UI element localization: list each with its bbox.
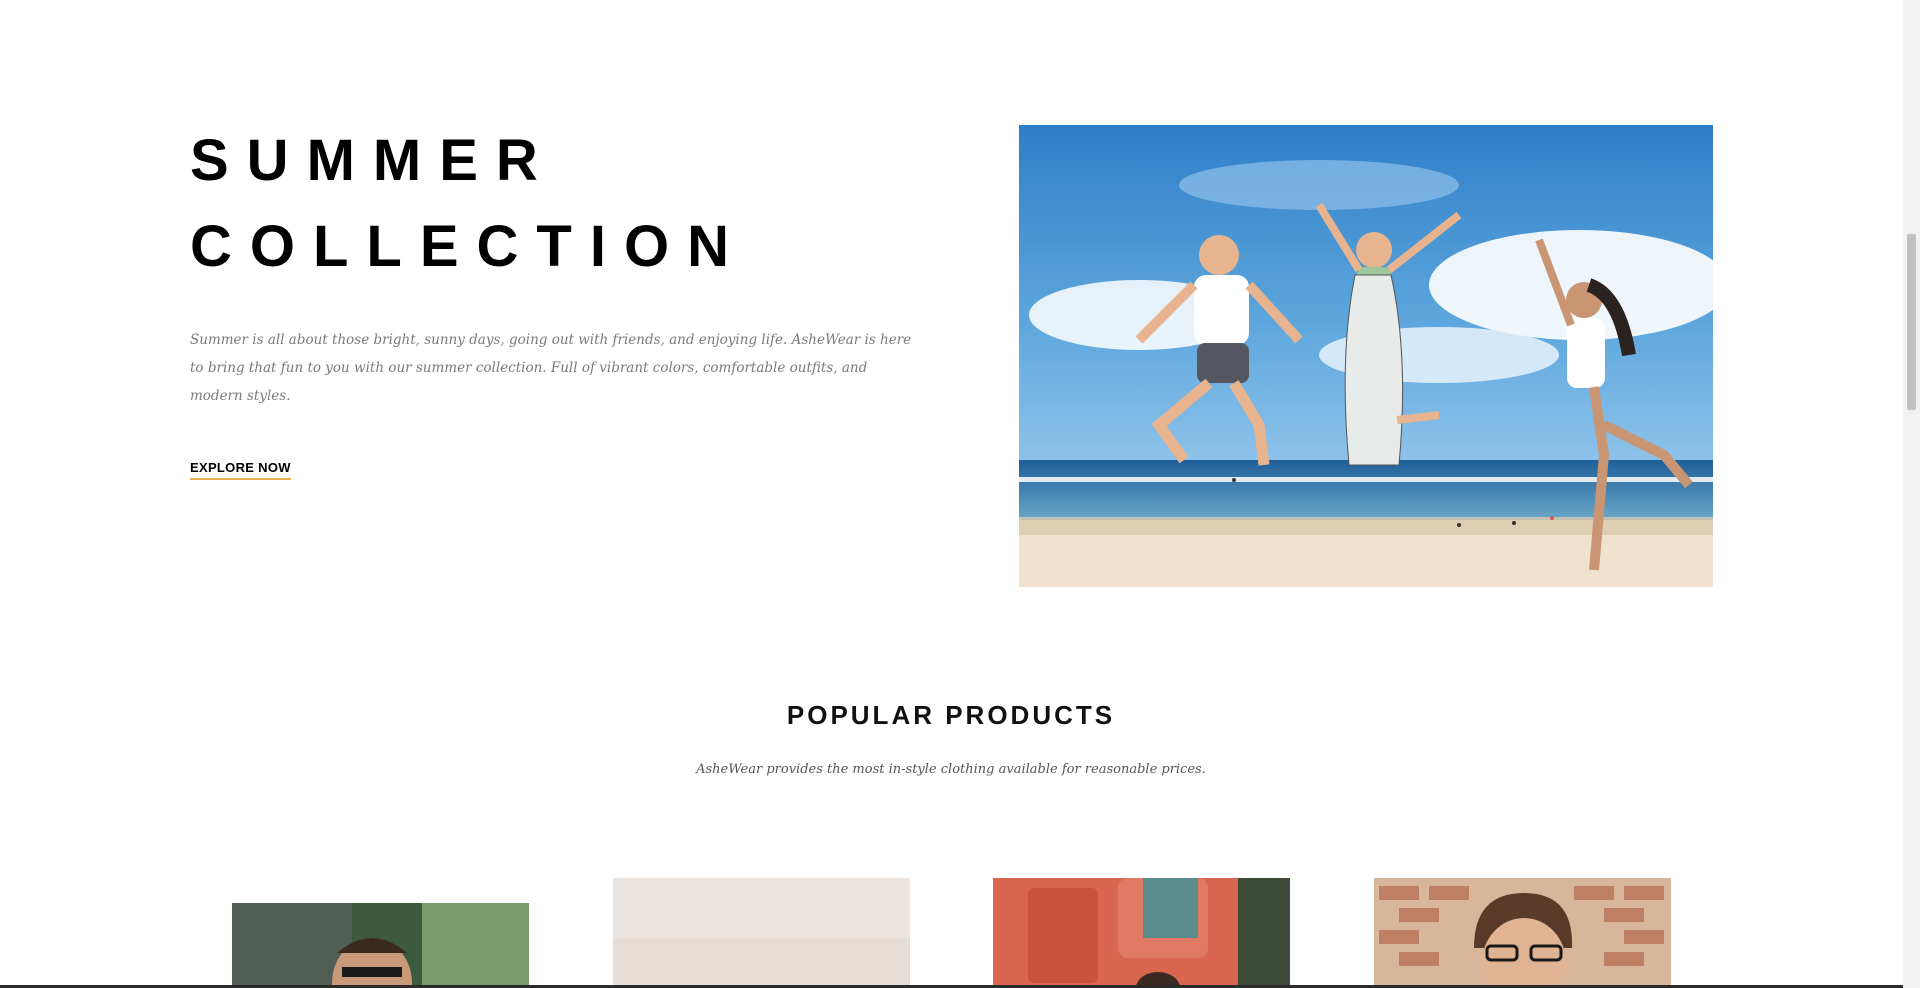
- product-card-2[interactable]: [613, 878, 910, 988]
- vertical-scrollbar[interactable]: [1903, 0, 1920, 988]
- explore-now-link[interactable]: EXPLORE NOW: [190, 460, 291, 480]
- product-image-1: [232, 903, 529, 988]
- hero-beach-image: [1019, 125, 1713, 587]
- popular-products-title: POPULAR PRODUCTS: [786, 700, 1116, 730]
- hero-description: Summer is all about those bright, sunny …: [190, 332, 912, 404]
- hero-beach-illustration: [1019, 125, 1713, 587]
- page: SUMMER COLLECTION Summer is all about th…: [0, 0, 1920, 988]
- hero-title-line-2: COLLECTION: [190, 214, 747, 279]
- scrollbar-thumb[interactable]: [1907, 234, 1916, 410]
- hero-title: SUMMER COLLECTION: [190, 118, 747, 290]
- product-card-3[interactable]: [993, 878, 1290, 988]
- product-image-4: [1374, 878, 1671, 988]
- popular-products-subtitle: AsheWear provides the most in-style clot…: [696, 762, 1206, 777]
- product-card-1[interactable]: [232, 903, 529, 988]
- product-card-4[interactable]: [1374, 878, 1671, 988]
- product-image-3: [993, 878, 1290, 988]
- hero-title-line-1: SUMMER: [190, 128, 556, 193]
- product-image-2: [613, 878, 910, 988]
